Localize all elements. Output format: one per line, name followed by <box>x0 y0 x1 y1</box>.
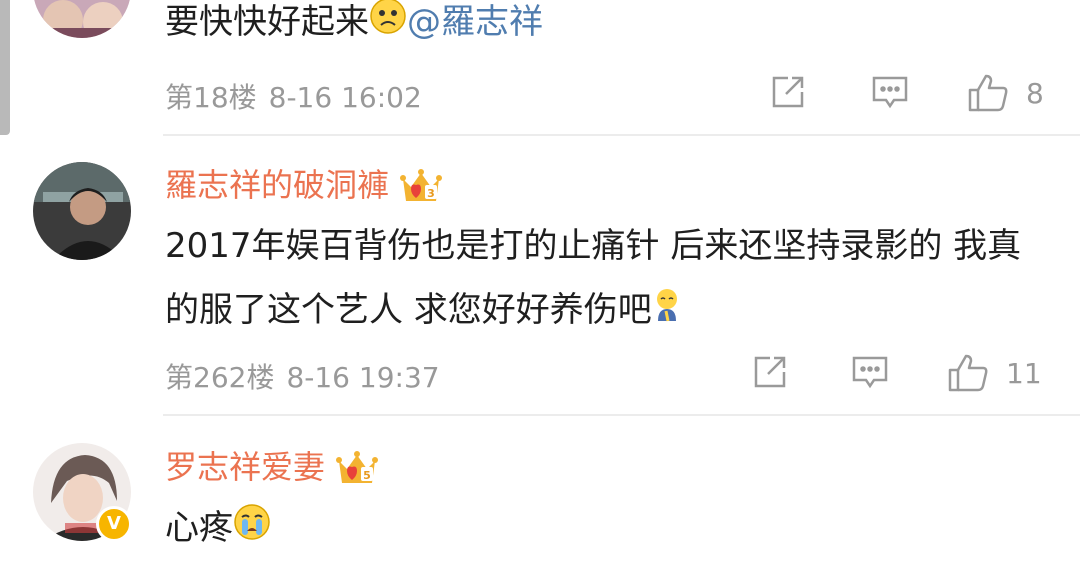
verified-badge: V <box>96 506 132 542</box>
comment-text: 2017年娱百背伤也是打的止痛针 后来还坚持录影的 我真的服了这个艺人 求您好好… <box>165 214 1045 344</box>
comment-icon[interactable] <box>870 72 910 112</box>
scroll-edge-indicator <box>0 0 10 135</box>
avatar[interactable] <box>33 162 131 260</box>
comment-text: 心疼 <box>165 496 1045 562</box>
floor-number: 第18楼 <box>165 81 257 114</box>
svg-text:5: 5 <box>363 469 371 482</box>
like-count: 11 <box>1006 357 1042 390</box>
share-icon[interactable] <box>750 352 790 392</box>
comment-meta: 第18楼 8-16 16:02 <box>165 76 422 116</box>
like-icon[interactable] <box>966 72 1010 114</box>
crying-emoji <box>233 498 271 562</box>
comment-text: 要快快好起来 @羅志祥 <box>165 0 1045 56</box>
username[interactable]: 羅志祥的破洞褲 3 <box>165 160 443 207</box>
praying-emoji <box>652 280 684 344</box>
like-count: 8 <box>1026 77 1044 110</box>
divider <box>163 414 1080 416</box>
username[interactable]: 罗志祥爱妻 5 <box>165 442 379 489</box>
timestamp: 8-16 16:02 <box>268 81 422 114</box>
comment-icon[interactable] <box>850 352 890 392</box>
divider <box>163 134 1080 136</box>
comment-meta: 第262楼 8-16 19:37 <box>165 356 440 396</box>
vip-crown-icon: 5 <box>335 449 379 489</box>
svg-text:3: 3 <box>427 187 435 200</box>
comment-actions: 11 <box>742 352 1080 396</box>
floor-number: 第262楼 <box>165 361 275 394</box>
like-icon[interactable] <box>946 352 990 394</box>
comment-actions: 8 <box>760 72 1080 116</box>
avatar[interactable] <box>33 0 131 38</box>
sad-face-emoji <box>369 0 407 56</box>
share-icon[interactable] <box>768 72 808 112</box>
timestamp: 8-16 19:37 <box>286 361 440 394</box>
mention-link[interactable]: @羅志祥 <box>407 2 543 42</box>
vip-crown-icon: 3 <box>399 167 443 207</box>
